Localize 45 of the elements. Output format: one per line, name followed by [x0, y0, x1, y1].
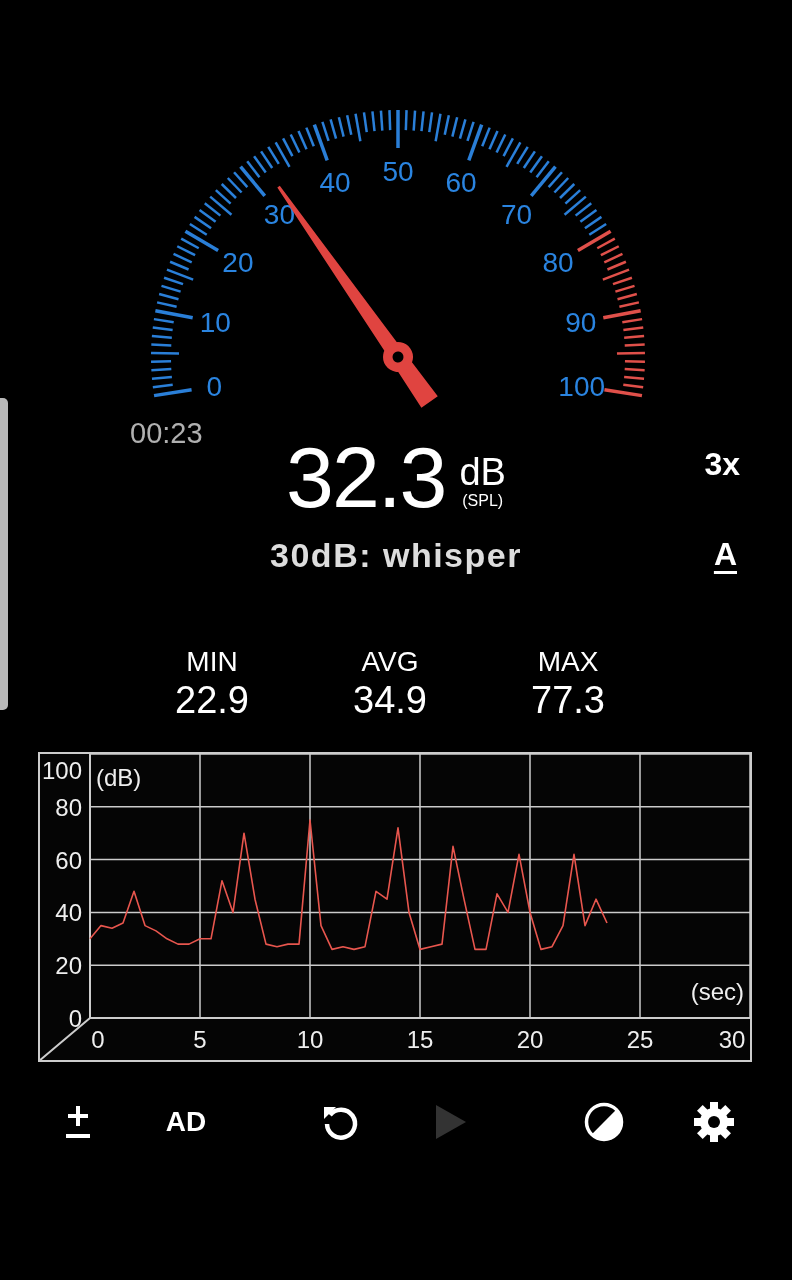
- x-tick-label: 25: [626, 1026, 654, 1053]
- x-axis-label: (sec): [690, 978, 744, 1005]
- scale-label: 50: [382, 156, 414, 187]
- weighting-note: (SPL): [462, 492, 504, 510]
- stat-value: 22.9: [175, 678, 249, 722]
- sound-level-value: 32.3: [286, 432, 446, 522]
- scale-label: 80: [542, 247, 574, 279]
- x-tick-label: 5: [193, 1026, 207, 1053]
- scale-label: 40: [319, 167, 351, 198]
- plus-minus-icon: [63, 1104, 93, 1140]
- scale-label: 60: [445, 167, 477, 198]
- unit-label: dB: [459, 452, 506, 492]
- y-tick-label: 0: [68, 1005, 82, 1032]
- edge-handle[interactable]: [0, 398, 8, 710]
- settings-icon: [693, 1101, 735, 1143]
- zoom-button[interactable]: 3x: [704, 444, 740, 484]
- x-tick-label: 15: [406, 1026, 434, 1053]
- x-tick-label: 0: [91, 1026, 105, 1053]
- contrast-icon: [584, 1102, 624, 1142]
- level-description: 30dB: whisper: [270, 536, 522, 575]
- y-tick-label: 60: [55, 846, 82, 874]
- x-tick-label: 30: [718, 1026, 746, 1053]
- y-tick-label: 20: [55, 952, 82, 980]
- y-tick-label: 80: [55, 793, 82, 821]
- ad-button[interactable]: AD: [156, 1097, 216, 1147]
- scale-label: 10: [199, 307, 231, 339]
- y-tick-label: 40: [55, 899, 82, 927]
- y-axis-label: (dB): [96, 764, 142, 791]
- scale-label: 90: [565, 307, 597, 339]
- stat-value: 34.9: [353, 678, 427, 722]
- scale-label: 0: [206, 371, 223, 403]
- x-tick-label: 10: [296, 1026, 324, 1053]
- x-tick-label: 20: [516, 1026, 544, 1053]
- stat-label: MIN: [186, 646, 238, 678]
- stat-label: AVG: [361, 646, 419, 678]
- elapsed-time: 00:23: [130, 418, 203, 448]
- weighting-button[interactable]: A: [713, 534, 740, 574]
- stat-label: MAX: [537, 646, 599, 678]
- scale-label: 70: [501, 198, 533, 230]
- scale-label: 20: [222, 247, 254, 279]
- scale-label: 30: [263, 198, 295, 230]
- y-tick-label: 100: [41, 757, 82, 784]
- play-icon: [435, 1104, 467, 1140]
- stat-value: 77.3: [531, 678, 605, 722]
- scale-label: 100: [558, 371, 606, 403]
